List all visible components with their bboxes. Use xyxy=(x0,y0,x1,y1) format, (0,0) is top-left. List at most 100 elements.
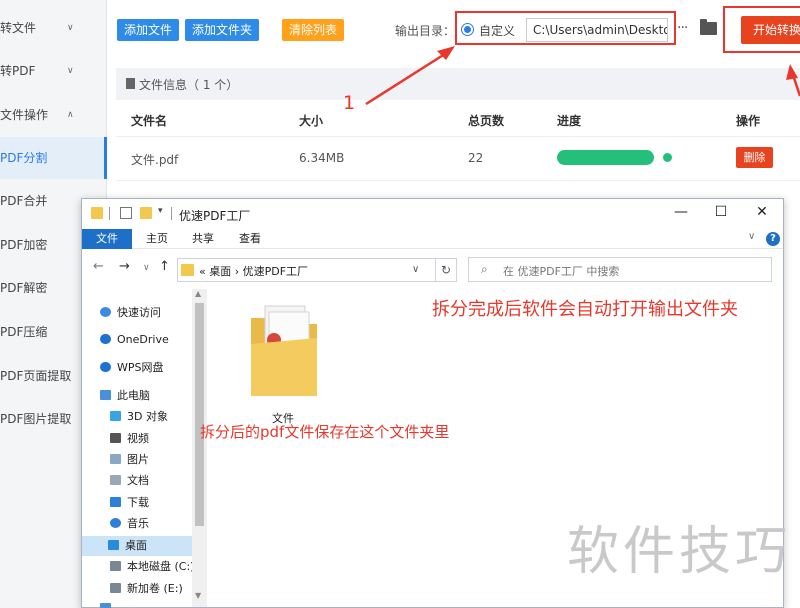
back-icon[interactable]: ← xyxy=(93,259,104,274)
cloud-icon xyxy=(100,362,111,372)
annotation-saved-here: 拆分后的pdf文件保存在这个文件夹里 xyxy=(200,423,450,441)
chevron-down-icon[interactable]: ∨ xyxy=(412,264,419,275)
column-header-pages: 总页数 xyxy=(468,114,505,128)
nav-item-3d-objects[interactable]: 3D 对象 xyxy=(110,407,168,427)
add-folder-button[interactable]: 添加文件夹 xyxy=(185,19,260,41)
nav-item-drive-e[interactable]: 新加卷 (E:) xyxy=(110,579,183,599)
window-title: 优速PDF工厂 xyxy=(179,209,251,223)
address-text: « 桌面 › 优速PDF工厂 xyxy=(199,265,309,278)
nav-item-desktop[interactable]: 桌面 xyxy=(82,536,192,556)
properties-icon[interactable] xyxy=(120,207,132,219)
step-number: 1 xyxy=(343,92,356,114)
column-header-name: 文件名 xyxy=(131,114,168,128)
nav-item-wps[interactable]: WPS网盘 xyxy=(100,358,164,378)
tab-home[interactable]: 主页 xyxy=(134,229,180,249)
help-icon[interactable]: ? xyxy=(766,232,780,246)
tab-file[interactable]: 文件 xyxy=(82,229,132,249)
search-placeholder: 在 优速PDF工厂 中搜索 xyxy=(503,265,620,278)
address-bar[interactable]: « 桌面 › 优速PDF工厂 xyxy=(177,258,449,282)
tab-view[interactable]: 查看 xyxy=(227,229,273,249)
nav-item-label: 图片 xyxy=(127,453,149,466)
chevron-down-icon: ∨ xyxy=(67,66,74,76)
folder-item-icon[interactable]: PDF xyxy=(247,304,321,404)
nav-item-music[interactable]: 音乐 xyxy=(110,514,149,534)
nav-item-label: ... xyxy=(117,602,128,608)
scroll-up-icon[interactable]: ▲ xyxy=(195,289,201,298)
star-icon xyxy=(100,307,111,317)
nav-item-label: 文档 xyxy=(127,474,149,487)
document-icon xyxy=(110,475,121,485)
scroll-down-icon[interactable]: ▼ xyxy=(195,591,201,600)
nav-item-drive-c[interactable]: 本地磁盘 (C:) xyxy=(110,557,194,577)
nav-item-videos[interactable]: 视频 xyxy=(110,429,149,449)
sidebar-item-label: 文件操作 xyxy=(0,108,49,122)
video-icon xyxy=(110,433,121,443)
column-header-action: 操作 xyxy=(736,114,761,128)
nav-item-label: 本地磁盘 (C:) xyxy=(127,560,195,573)
sidebar-item-to-file[interactable]: 转文件 ∨ xyxy=(0,7,107,49)
folder-icon xyxy=(91,207,103,219)
close-icon[interactable]: ✕ xyxy=(752,204,772,220)
nav-item-label: 快速访问 xyxy=(117,306,161,319)
sidebar-item-to-pdf[interactable]: 转PDF ∨ xyxy=(0,50,107,92)
file-pages-cell: 22 xyxy=(468,151,484,165)
nav-item-documents[interactable]: 文档 xyxy=(110,471,149,491)
nav-item-label: 新加卷 (E:) xyxy=(127,582,183,595)
more-icon[interactable]: ··· xyxy=(677,20,688,36)
customize-toolbar-icon[interactable]: ▾ xyxy=(158,206,163,216)
divider xyxy=(171,207,172,220)
cube-icon xyxy=(110,411,121,421)
add-file-button[interactable]: 添加文件 xyxy=(117,19,180,41)
network-icon xyxy=(100,603,111,608)
new-folder-icon[interactable] xyxy=(140,207,152,219)
navigation-pane: 快速访问 OneDrive WPS网盘 此电脑 3D 对象 视频 图片 文档 下… xyxy=(82,287,207,608)
watermark: 软件技巧 xyxy=(567,522,792,582)
scroll-thumb[interactable] xyxy=(195,303,204,526)
divider xyxy=(116,180,800,181)
chevron-down-icon: ∨ xyxy=(67,23,74,33)
clear-list-button[interactable]: 清除列表 xyxy=(282,19,345,41)
sidebar-item-pdf-split[interactable]: PDF分割 xyxy=(0,137,107,179)
forward-icon[interactable]: → xyxy=(119,259,130,274)
cloud-icon xyxy=(100,334,111,344)
music-icon xyxy=(110,518,121,528)
nav-item-label: OneDrive xyxy=(117,333,169,346)
nav-item-this-pc[interactable]: 此电脑 xyxy=(100,386,150,406)
nav-item-onedrive[interactable]: OneDrive xyxy=(100,330,169,350)
search-icon: ⌕ xyxy=(481,262,488,276)
sidebar-item-label: 转PDF xyxy=(0,64,36,78)
tab-share[interactable]: 共享 xyxy=(180,229,226,249)
divider xyxy=(109,207,110,220)
nav-item-downloads[interactable]: 下载 xyxy=(110,493,149,513)
nav-item-pictures[interactable]: 图片 xyxy=(110,450,149,470)
sidebar-item-file-ops[interactable]: 文件操作 ∧ xyxy=(0,94,107,136)
sidebar-item-label: PDF图片提取 xyxy=(0,412,72,426)
column-header-size: 大小 xyxy=(299,114,324,128)
progress-bar xyxy=(557,150,654,165)
scrollbar[interactable]: ▲ ▼ xyxy=(192,289,207,607)
search-input[interactable]: ⌕ 在 优速PDF工厂 中搜索 xyxy=(468,257,772,282)
output-dir-label: 输出目录： xyxy=(395,24,456,38)
nav-item-network[interactable]: ... xyxy=(100,599,128,608)
minimize-icon[interactable]: — xyxy=(671,204,691,220)
file-info-text: 文件信息（ 1 个） xyxy=(139,78,239,92)
ribbon: 文件 主页 共享 查看 ∨ ? xyxy=(82,229,783,249)
nav-item-label: 此电脑 xyxy=(117,389,150,402)
folder-icon xyxy=(181,264,194,276)
check-icon xyxy=(663,153,672,162)
up-icon[interactable]: ↑ xyxy=(159,259,170,274)
column-header-progress: 进度 xyxy=(557,114,582,128)
chevron-down-icon[interactable]: ∨ xyxy=(748,231,755,242)
folder-icon[interactable] xyxy=(700,19,717,35)
sidebar-item-label: PDF页面提取 xyxy=(0,369,72,383)
divider xyxy=(116,136,800,137)
delete-button[interactable]: 删除 xyxy=(736,147,773,168)
arrowhead xyxy=(437,46,455,60)
explorer-titlebar: ▾ 优速PDF工厂 — ☐ ✕ xyxy=(82,199,783,229)
recent-locations-icon[interactable]: ∨ xyxy=(143,263,150,273)
maximize-icon[interactable]: ☐ xyxy=(711,204,731,220)
nav-item-quick-access[interactable]: 快速访问 xyxy=(100,303,161,323)
nav-item-label: 3D 对象 xyxy=(127,410,168,423)
picture-icon xyxy=(110,454,121,464)
refresh-icon[interactable]: ↻ xyxy=(435,258,457,282)
